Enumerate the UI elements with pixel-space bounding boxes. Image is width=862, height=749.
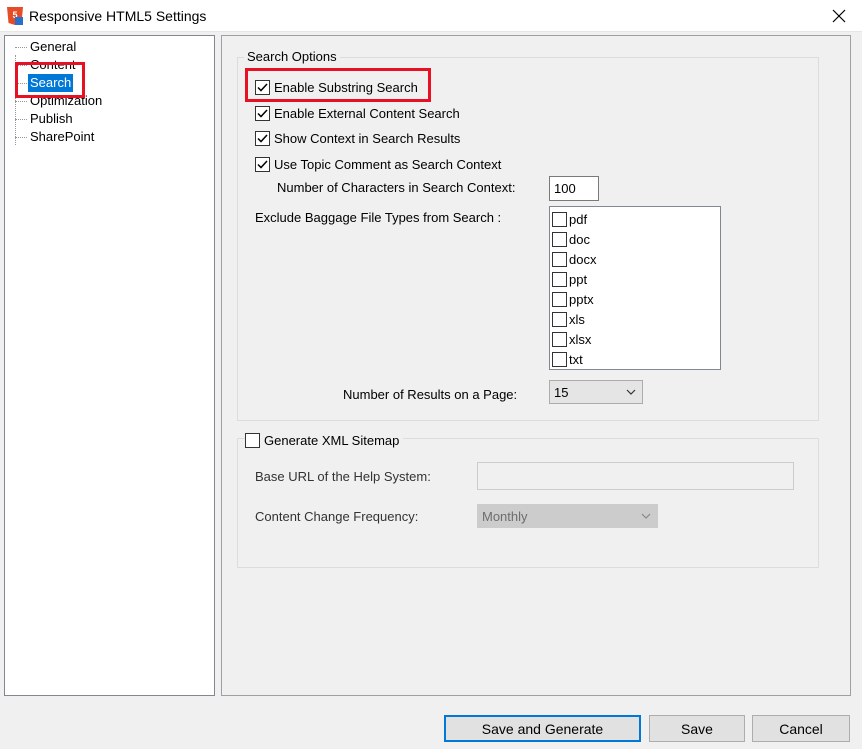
select-value: 15 xyxy=(554,384,569,400)
content-panel: Search Options Enable Substring Search E… xyxy=(221,35,851,696)
file-type-label: pdf xyxy=(569,211,588,227)
nav-item-label: Content xyxy=(30,57,76,72)
close-button[interactable] xyxy=(816,0,862,32)
file-type-label: doc xyxy=(569,231,590,247)
file-type-xls[interactable]: xls xyxy=(552,310,585,328)
enable-substring-search-checkbox[interactable]: Enable Substring Search xyxy=(255,78,418,96)
checkmark-icon xyxy=(257,108,268,118)
num-chars-input[interactable] xyxy=(549,176,599,201)
group-title: Search Options xyxy=(244,49,340,64)
generate-xml-sitemap-checkbox[interactable]: Generate XML Sitemap xyxy=(245,431,404,449)
results-per-page-label: Number of Results on a Page: xyxy=(343,387,518,402)
search-options-group: Search Options Enable Substring Search E… xyxy=(237,49,819,421)
use-topic-comment-checkbox[interactable]: Use Topic Comment as Search Context xyxy=(255,155,501,173)
html5-app-icon: 5 xyxy=(6,6,24,26)
checkbox-box[interactable] xyxy=(552,251,567,267)
checkbox-box[interactable] xyxy=(255,79,270,95)
checkbox-box[interactable] xyxy=(245,432,260,448)
frequency-select[interactable]: Monthly xyxy=(477,504,658,528)
checkbox-label: Use Topic Comment as Search Context xyxy=(274,156,502,172)
file-type-doc[interactable]: doc xyxy=(552,230,590,248)
close-icon xyxy=(832,9,846,23)
window-title: Responsive HTML5 Settings xyxy=(29,8,207,24)
select-value: Monthly xyxy=(482,508,528,524)
checkbox-box[interactable] xyxy=(255,156,270,172)
checkmark-icon xyxy=(257,159,268,169)
checkbox-box[interactable] xyxy=(255,105,270,121)
frequency-label: Content Change Frequency: xyxy=(255,509,419,524)
nav-item-label: Search xyxy=(28,74,74,92)
file-type-label: txt xyxy=(569,351,583,367)
checkbox-label: Enable External Content Search xyxy=(274,105,460,121)
cancel-button[interactable]: Cancel xyxy=(752,715,850,742)
checkbox-box[interactable] xyxy=(552,231,567,247)
file-type-txt[interactable]: txt xyxy=(552,350,583,368)
save-button[interactable]: Save xyxy=(649,715,745,742)
file-type-label: pptx xyxy=(569,291,594,307)
show-context-checkbox[interactable]: Show Context in Search Results xyxy=(255,129,460,147)
checkbox-box[interactable] xyxy=(552,211,567,227)
checkbox-box[interactable] xyxy=(552,331,567,347)
checkbox-label: Show Context in Search Results xyxy=(274,130,461,146)
checkbox-box[interactable] xyxy=(552,311,567,327)
checkbox-box[interactable] xyxy=(552,271,567,287)
file-type-ppt[interactable]: ppt xyxy=(552,270,587,288)
file-types-list[interactable]: pdf doc docx ppt pptx xls xlsx txt xyxy=(549,206,721,370)
sitemap-group: Generate XML Sitemap Base URL of the Hel… xyxy=(237,431,819,568)
enable-external-content-search-checkbox[interactable]: Enable External Content Search xyxy=(255,104,460,122)
base-url-label: Base URL of the Help System: xyxy=(255,469,431,484)
chevron-down-icon xyxy=(641,513,651,519)
chevron-down-icon xyxy=(626,389,636,395)
settings-nav-tree: General Content Search Optimization Publ… xyxy=(4,35,215,696)
num-chars-label: Number of Characters in Search Context: xyxy=(277,180,516,195)
title-bar: 5 Responsive HTML5 Settings xyxy=(0,0,862,32)
file-type-label: xlsx xyxy=(569,331,592,347)
checkbox-box[interactable] xyxy=(552,291,567,307)
exclude-file-types-label: Exclude Baggage File Types from Search : xyxy=(255,210,502,225)
checkbox-box[interactable] xyxy=(255,130,270,146)
nav-item-label: SharePoint xyxy=(30,129,95,144)
checkbox-box[interactable] xyxy=(552,351,567,367)
file-type-docx[interactable]: docx xyxy=(552,250,596,268)
file-type-pdf[interactable]: pdf xyxy=(552,210,587,228)
results-per-page-select[interactable]: 15 xyxy=(549,380,643,404)
file-type-label: xls xyxy=(569,311,585,327)
file-type-label: ppt xyxy=(569,271,588,287)
checkmark-icon xyxy=(257,133,268,143)
checkbox-label: Enable Substring Search xyxy=(274,79,418,95)
nav-item-label: Publish xyxy=(30,111,73,126)
base-url-input[interactable] xyxy=(477,462,794,490)
nav-item-label: Optimization xyxy=(30,93,103,108)
tree-connector-line xyxy=(15,55,16,145)
file-type-pptx[interactable]: pptx xyxy=(552,290,594,308)
file-type-label: docx xyxy=(569,251,597,267)
nav-item-label: General xyxy=(30,39,77,54)
save-and-generate-button[interactable]: Save and Generate xyxy=(444,715,641,742)
file-type-xlsx[interactable]: xlsx xyxy=(552,330,591,348)
checkmark-icon xyxy=(257,82,268,92)
checkbox-label: Generate XML Sitemap xyxy=(264,432,400,448)
